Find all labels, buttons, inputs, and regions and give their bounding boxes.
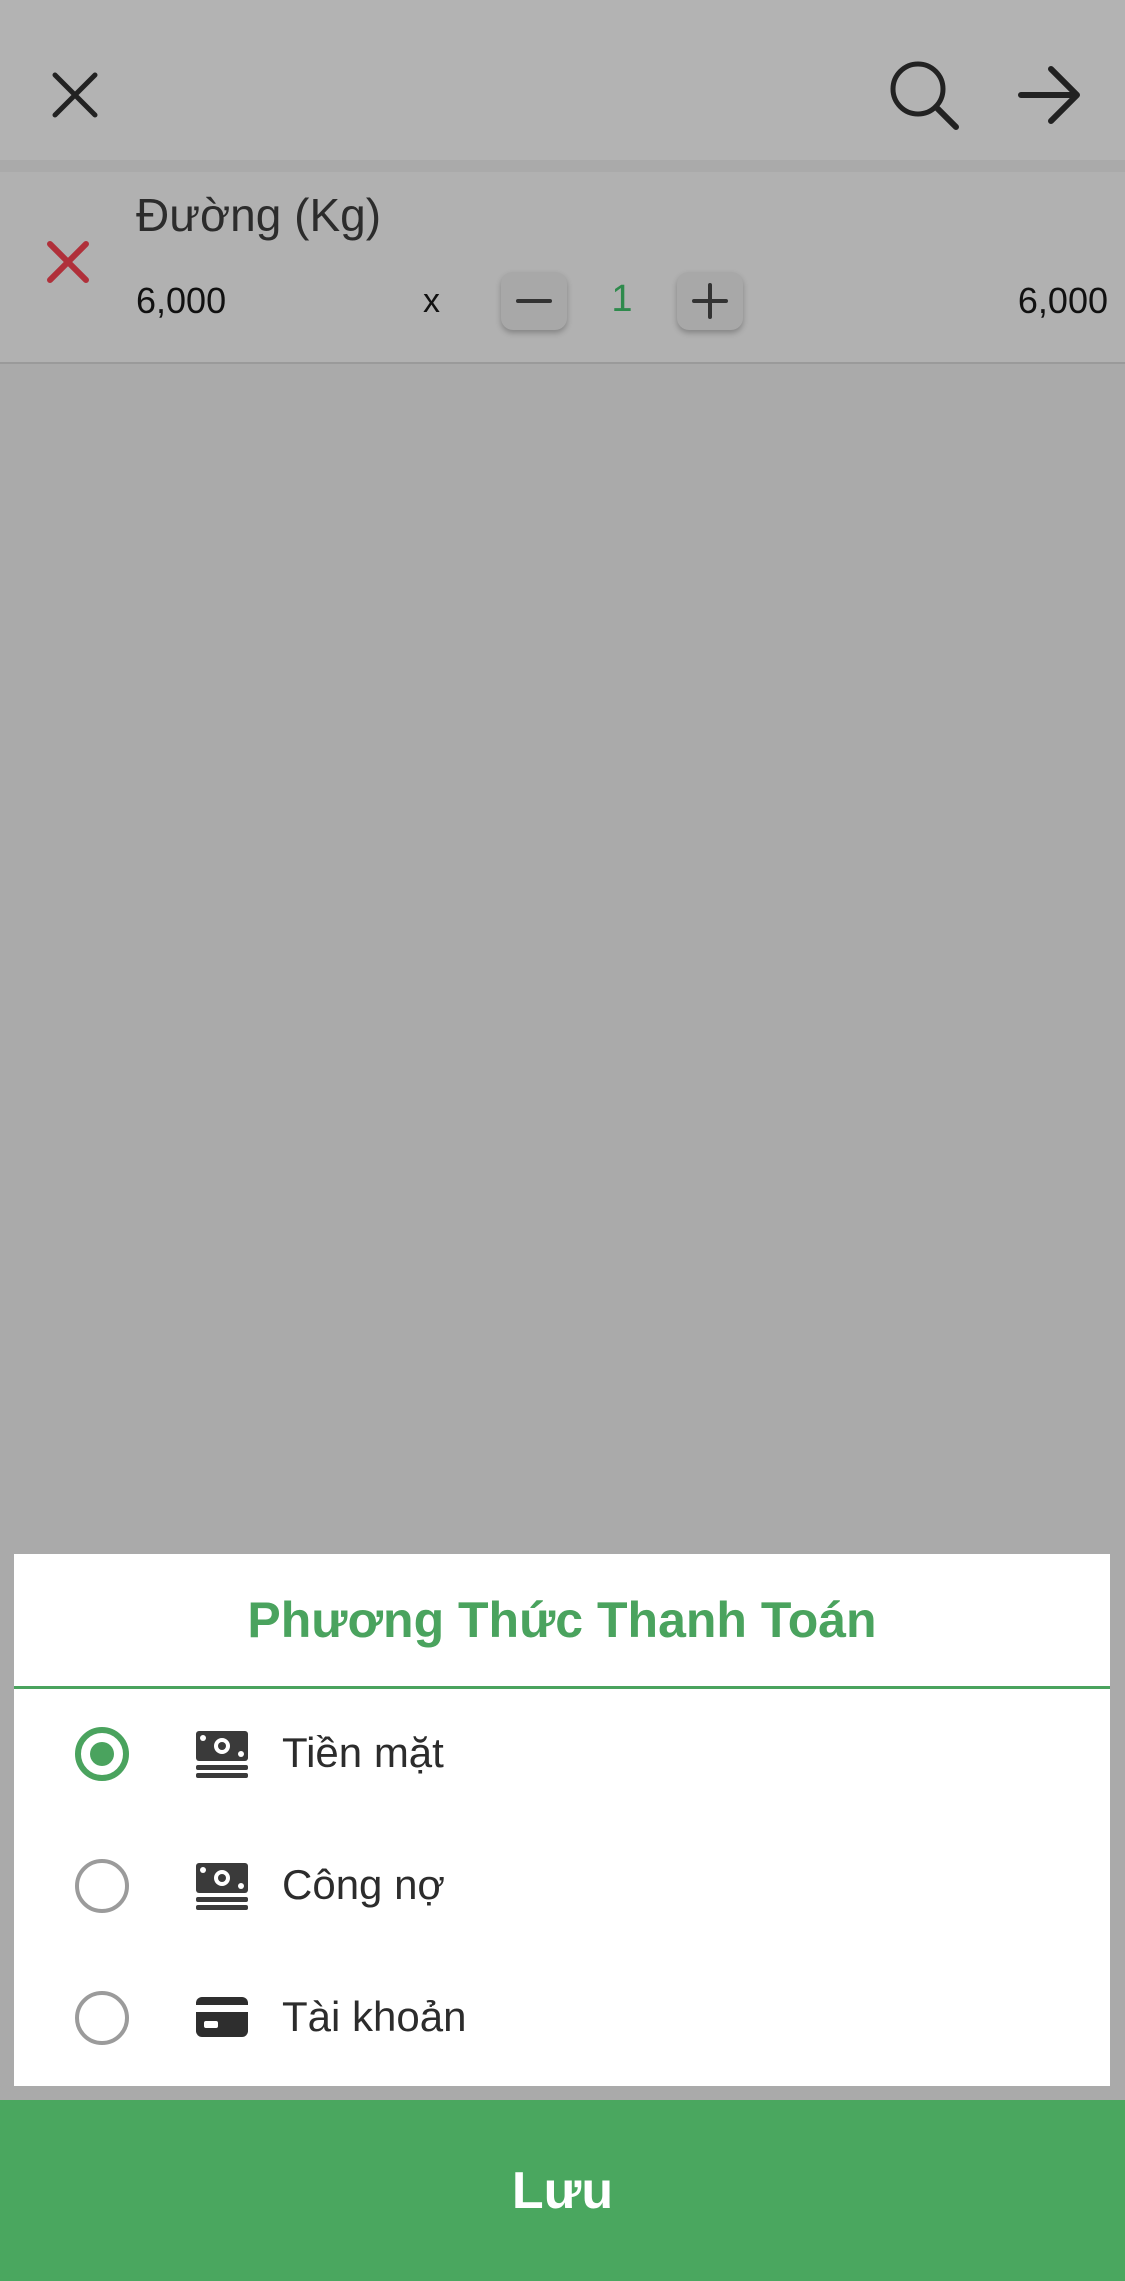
item-name: Đường (Kg) bbox=[136, 189, 382, 241]
radio-button[interactable] bbox=[75, 1859, 129, 1913]
sheet-title: Phương Thức Thanh Toán bbox=[14, 1554, 1110, 1689]
item-unit-price: 6,000 bbox=[136, 280, 227, 321]
payment-option-account[interactable]: Tài khoản bbox=[14, 1953, 1110, 2085]
decrease-quantity-button[interactable] bbox=[501, 272, 567, 330]
close-icon[interactable] bbox=[35, 55, 115, 135]
plus-icon bbox=[692, 283, 728, 319]
payment-option-label: Tài khoản bbox=[282, 1993, 467, 2040]
payment-option-cash[interactable]: Tiền mặt bbox=[14, 1689, 1110, 1821]
radio-button-selected[interactable] bbox=[75, 1727, 129, 1781]
quantity-value[interactable]: 1 bbox=[600, 278, 644, 321]
radio-button[interactable] bbox=[75, 1991, 129, 2045]
top-bar bbox=[0, 0, 1125, 160]
save-button[interactable]: Lưu bbox=[0, 2100, 1125, 2281]
cash-icon bbox=[194, 1729, 250, 1779]
payment-option-label: Công nợ bbox=[282, 1861, 445, 1908]
item-total: 6,000 bbox=[1017, 280, 1108, 321]
arrow-right-icon[interactable] bbox=[1010, 55, 1090, 135]
cash-icon bbox=[194, 1861, 250, 1911]
multiply-sign: x bbox=[423, 282, 440, 320]
increase-quantity-button[interactable] bbox=[677, 272, 743, 330]
remove-item-icon[interactable] bbox=[40, 234, 96, 290]
payment-method-sheet: Phương Thức Thanh Toán Tiền mặt Công nợ … bbox=[14, 1554, 1110, 2086]
card-icon bbox=[194, 1993, 250, 2043]
payment-option-label: Tiền mặt bbox=[282, 1729, 444, 1776]
search-icon[interactable] bbox=[884, 55, 964, 135]
minus-icon bbox=[516, 299, 552, 303]
payment-option-debt[interactable]: Công nợ bbox=[14, 1821, 1110, 1953]
cart-item-row: Đường (Kg) 6,000 x 1 6,000 bbox=[0, 172, 1125, 364]
